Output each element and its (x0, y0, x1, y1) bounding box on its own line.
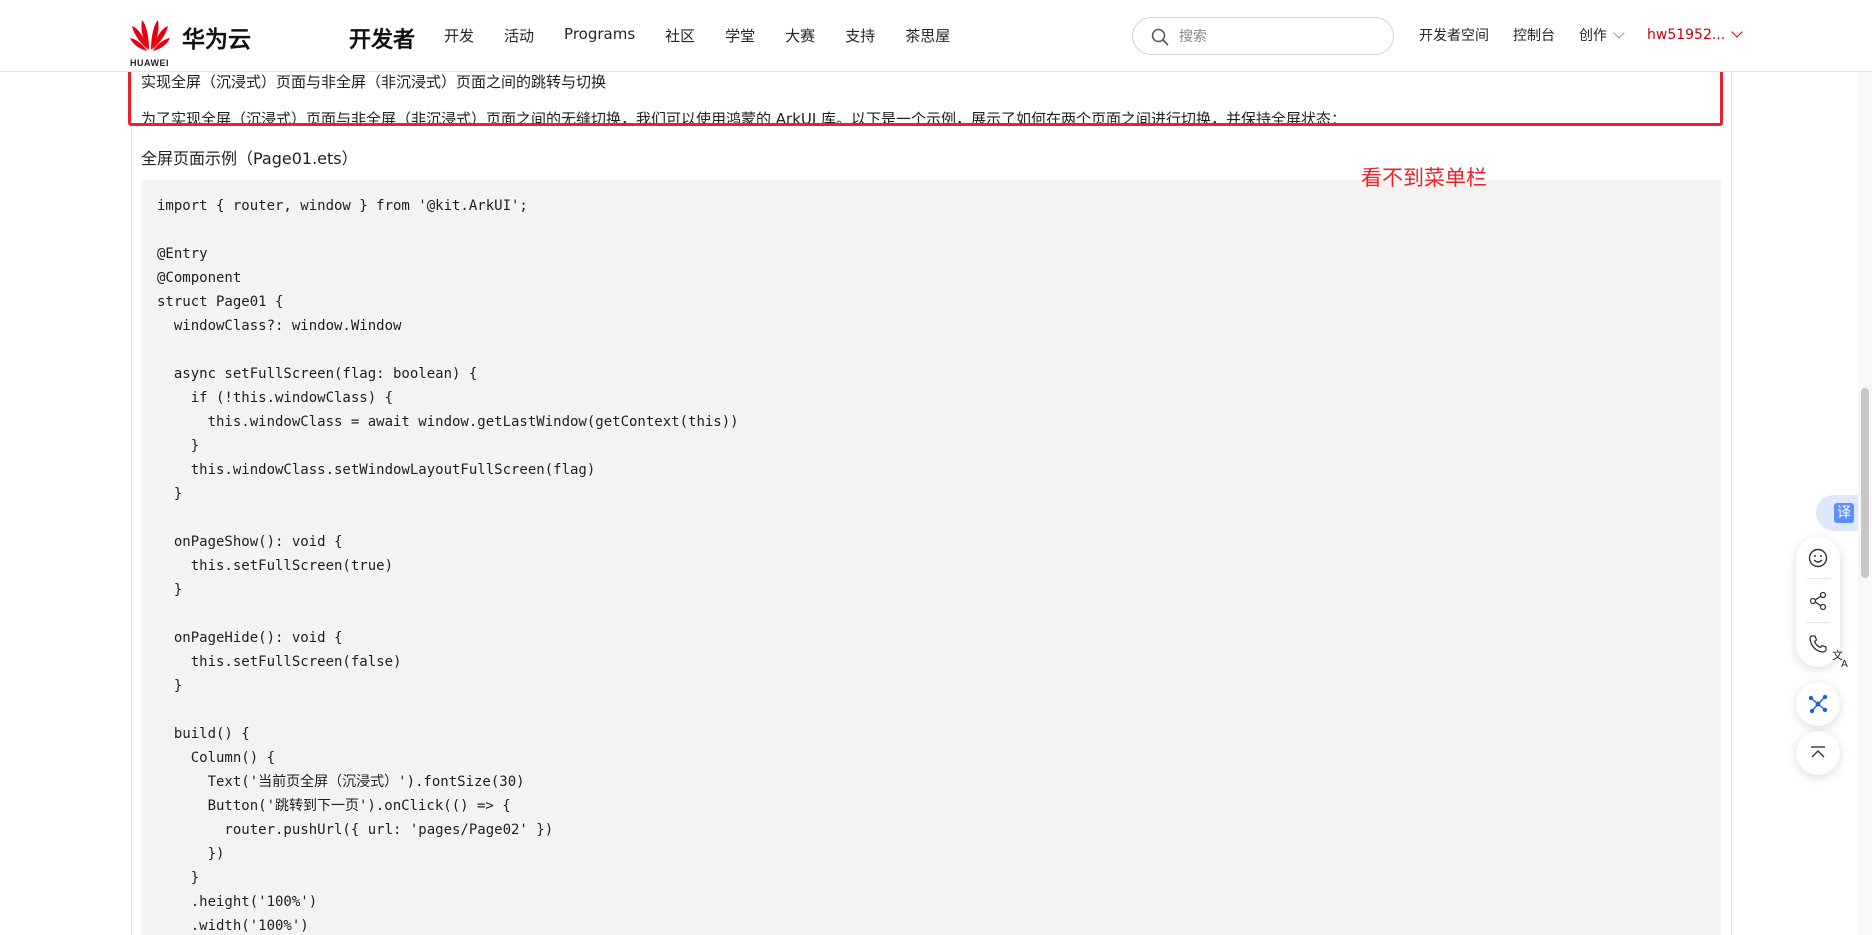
nav-link-contest[interactable]: 大赛 (785, 25, 815, 46)
back-to-top-icon (1811, 746, 1825, 758)
top-navigation: HUAWEI 华为云 开发者 开发 活动 Programs 社区 学堂 大赛 支… (0, 0, 1872, 72)
logo-brand-text: 华为云 (182, 27, 251, 53)
console-link[interactable]: 控制台 (1513, 25, 1555, 45)
smile-icon[interactable] (1807, 547, 1829, 569)
nav-link-support[interactable]: 支持 (845, 25, 875, 46)
main-nav: 开发 活动 Programs 社区 学堂 大赛 支持 茶思屋 (444, 25, 980, 46)
code-line: onPageHide(): void { (157, 630, 343, 646)
translate-icon: 译 (1834, 503, 1854, 523)
code-line: @Component (157, 270, 242, 286)
code-line: .width('100%') (157, 918, 309, 934)
code-line: } (157, 486, 183, 502)
scrollbar-thumb[interactable] (1861, 388, 1869, 578)
developer-space-link[interactable]: 开发者空间 (1419, 25, 1489, 45)
code-line: }) (157, 846, 225, 862)
chevron-down-icon (1731, 26, 1743, 38)
code-line: Column() { (157, 750, 276, 766)
code-line: struct Page01 { (157, 294, 284, 310)
tool-divider (1806, 622, 1830, 623)
code-line: this.setFullScreen(false) (157, 654, 402, 670)
nav-link-develop[interactable]: 开发 (444, 25, 474, 46)
code-line: if (!this.windowClass) { (157, 390, 394, 406)
search-box[interactable] (1132, 17, 1394, 55)
code-line: } (157, 582, 183, 598)
create-menu-label: 创作 (1579, 28, 1607, 44)
back-to-top-button[interactable] (1796, 731, 1840, 775)
example-label: 全屏页面示例（Page01.ets） (141, 149, 358, 168)
code-block: import { router, window } from '@kit.Ark… (141, 180, 1721, 935)
code-line: import { router, window } from '@kit.Ark… (157, 198, 528, 214)
nav-link-programs[interactable]: Programs (564, 25, 635, 46)
code-line: @Entry (157, 246, 208, 262)
code-line: } (157, 870, 200, 886)
code-line: this.windowClass.setWindowLayoutFullScre… (157, 462, 596, 478)
code-line: .height('100%') (157, 894, 318, 910)
ai-assistant-button[interactable] (1796, 682, 1840, 726)
huawei-cloud-logo[interactable]: HUAWEI 华为云 (130, 14, 251, 68)
code-line: } (157, 678, 183, 694)
nav-link-events[interactable]: 活动 (504, 25, 534, 46)
code-line: router.pushUrl({ url: 'pages/Page02' }) (157, 822, 554, 838)
search-icon (1151, 28, 1169, 46)
logo-wordmark: HUAWEI (130, 58, 169, 68)
translate-language-icon[interactable]: 文 A (1830, 647, 1852, 669)
site-title[interactable]: 开发者 (349, 22, 415, 54)
user-menu[interactable]: hw51952... (1647, 26, 1743, 43)
code-line: this.windowClass = await window.getLastW… (157, 414, 739, 430)
user-name: hw51952... (1647, 27, 1726, 43)
huawei-flower-icon (130, 20, 170, 51)
nav-link-tea-house[interactable]: 茶思屋 (905, 25, 950, 46)
create-menu[interactable]: 创作 (1579, 25, 1625, 45)
code-line: onPageShow(): void { (157, 534, 343, 550)
user-nav: 开发者空间 控制台 创作 hw51952... (1419, 25, 1743, 45)
phone-icon[interactable] (1807, 633, 1829, 655)
code-line: build() { (157, 726, 250, 742)
tool-divider (1806, 578, 1830, 579)
ai-assistant-icon (1808, 694, 1828, 714)
code-line: Button('跳转到下一页').onClick(() => { (157, 798, 511, 814)
code-line: windowClass?: window.Window (157, 318, 402, 334)
svg-text:A: A (1841, 659, 1848, 669)
code-line: Text('当前页全屏（沉浸式）').fontSize(30) (157, 774, 525, 790)
chevron-down-icon (1613, 27, 1625, 39)
code-line: async setFullScreen(flag: boolean) { (157, 366, 478, 382)
annotation-text: 看不到菜单栏 (1361, 166, 1487, 190)
nav-link-academy[interactable]: 学堂 (725, 25, 755, 46)
search-input[interactable] (1177, 25, 1381, 49)
nav-link-community[interactable]: 社区 (665, 25, 695, 46)
share-icon[interactable] (1807, 590, 1829, 612)
code-line: this.setFullScreen(true) (157, 558, 394, 574)
code-line: } (157, 438, 200, 454)
highlight-box (128, 66, 1723, 126)
